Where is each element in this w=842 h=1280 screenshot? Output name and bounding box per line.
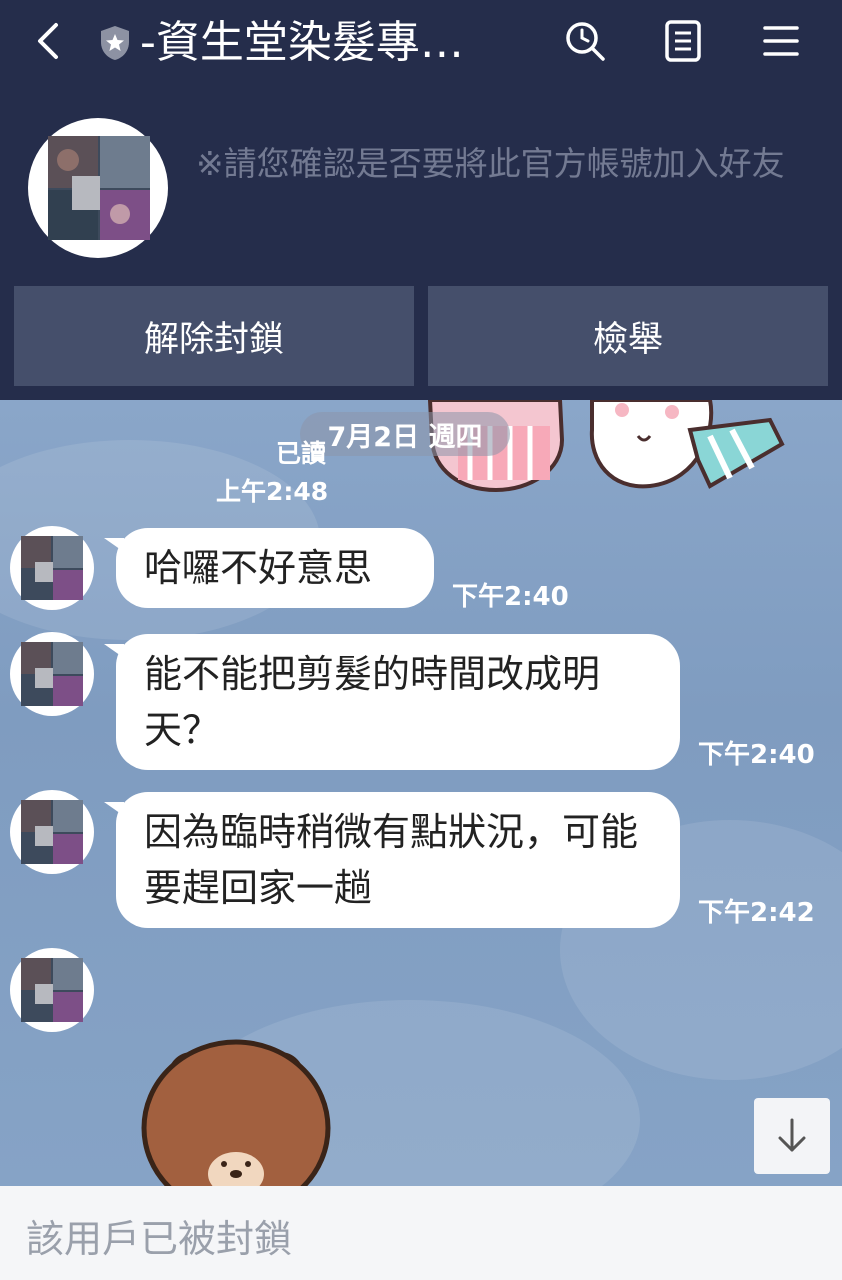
message-time: 下午2:42 <box>698 898 815 928</box>
message-time: 下午2:40 <box>452 582 569 612</box>
official-account-shield-icon <box>101 26 129 60</box>
avatar-image <box>21 958 83 1022</box>
message-bubble[interactable]: 哈囉不好意思 <box>104 528 434 608</box>
message-bubble[interactable]: 能不能把剪髮的時間改成明天？ <box>104 634 680 770</box>
message-text: 能不能把剪髮的時間改成明天？ <box>144 652 601 752</box>
unblock-button[interactable]: 解除封鎖 <box>14 286 414 386</box>
chat-title: -資生堂染髮專… <box>140 17 464 68</box>
chat-area[interactable]: 7月2日 週四 已讀 上午2:48 哈囉不好意思 下午2:40 能不能把剪髮的時… <box>0 400 842 1186</box>
avatar-image <box>21 536 83 600</box>
message-time: 下午2:40 <box>698 740 815 770</box>
avatar-image <box>21 800 83 864</box>
report-button[interactable]: 檢舉 <box>428 286 828 386</box>
profile-avatar[interactable] <box>28 118 168 258</box>
scroll-to-bottom-button[interactable] <box>754 1098 830 1174</box>
message-text: 哈囉不好意思 <box>144 546 373 590</box>
sender-avatar[interactable] <box>10 790 94 874</box>
notes-button[interactable] <box>660 18 706 64</box>
arrow-down-icon <box>778 1118 806 1152</box>
chevron-left-icon <box>38 23 58 59</box>
avatar-image <box>48 136 150 240</box>
menu-icon <box>763 26 799 56</box>
footer-bar: 該用戶已被封鎖 <box>0 1186 842 1280</box>
read-time: 上午2:48 <box>216 477 329 506</box>
add-friend-notice: ※請您確認是否要將此官方帳號加入好友 <box>196 144 785 183</box>
search-button[interactable] <box>562 18 608 64</box>
date-separator: 7月2日 週四 <box>300 412 510 456</box>
menu-button[interactable] <box>758 18 804 64</box>
nav-bar: -資生堂染髮專… <box>0 0 842 86</box>
message-text: 因為臨時稍微有點狀況，可能要趕回家一趟 <box>144 810 639 910</box>
search-icon <box>566 22 605 61</box>
chat-header: -資生堂染髮專… ※請您確認是否要將此官方帳號加入好友 解除封鎖 檢舉 <box>0 0 842 400</box>
notes-icon <box>665 20 701 62</box>
sender-avatar[interactable] <box>10 948 94 1032</box>
read-receipt: 已讀 <box>276 439 327 468</box>
sender-avatar[interactable] <box>10 632 94 716</box>
blocked-status: 該用戶已被封鎖 <box>26 1217 293 1261</box>
back-button[interactable] <box>28 18 68 64</box>
avatar-image <box>21 642 83 706</box>
bear-sticker[interactable] <box>140 1036 340 1186</box>
message-bubble[interactable]: 因為臨時稍微有點狀況，可能要趕回家一趟 <box>104 792 680 928</box>
sender-avatar[interactable] <box>10 526 94 610</box>
